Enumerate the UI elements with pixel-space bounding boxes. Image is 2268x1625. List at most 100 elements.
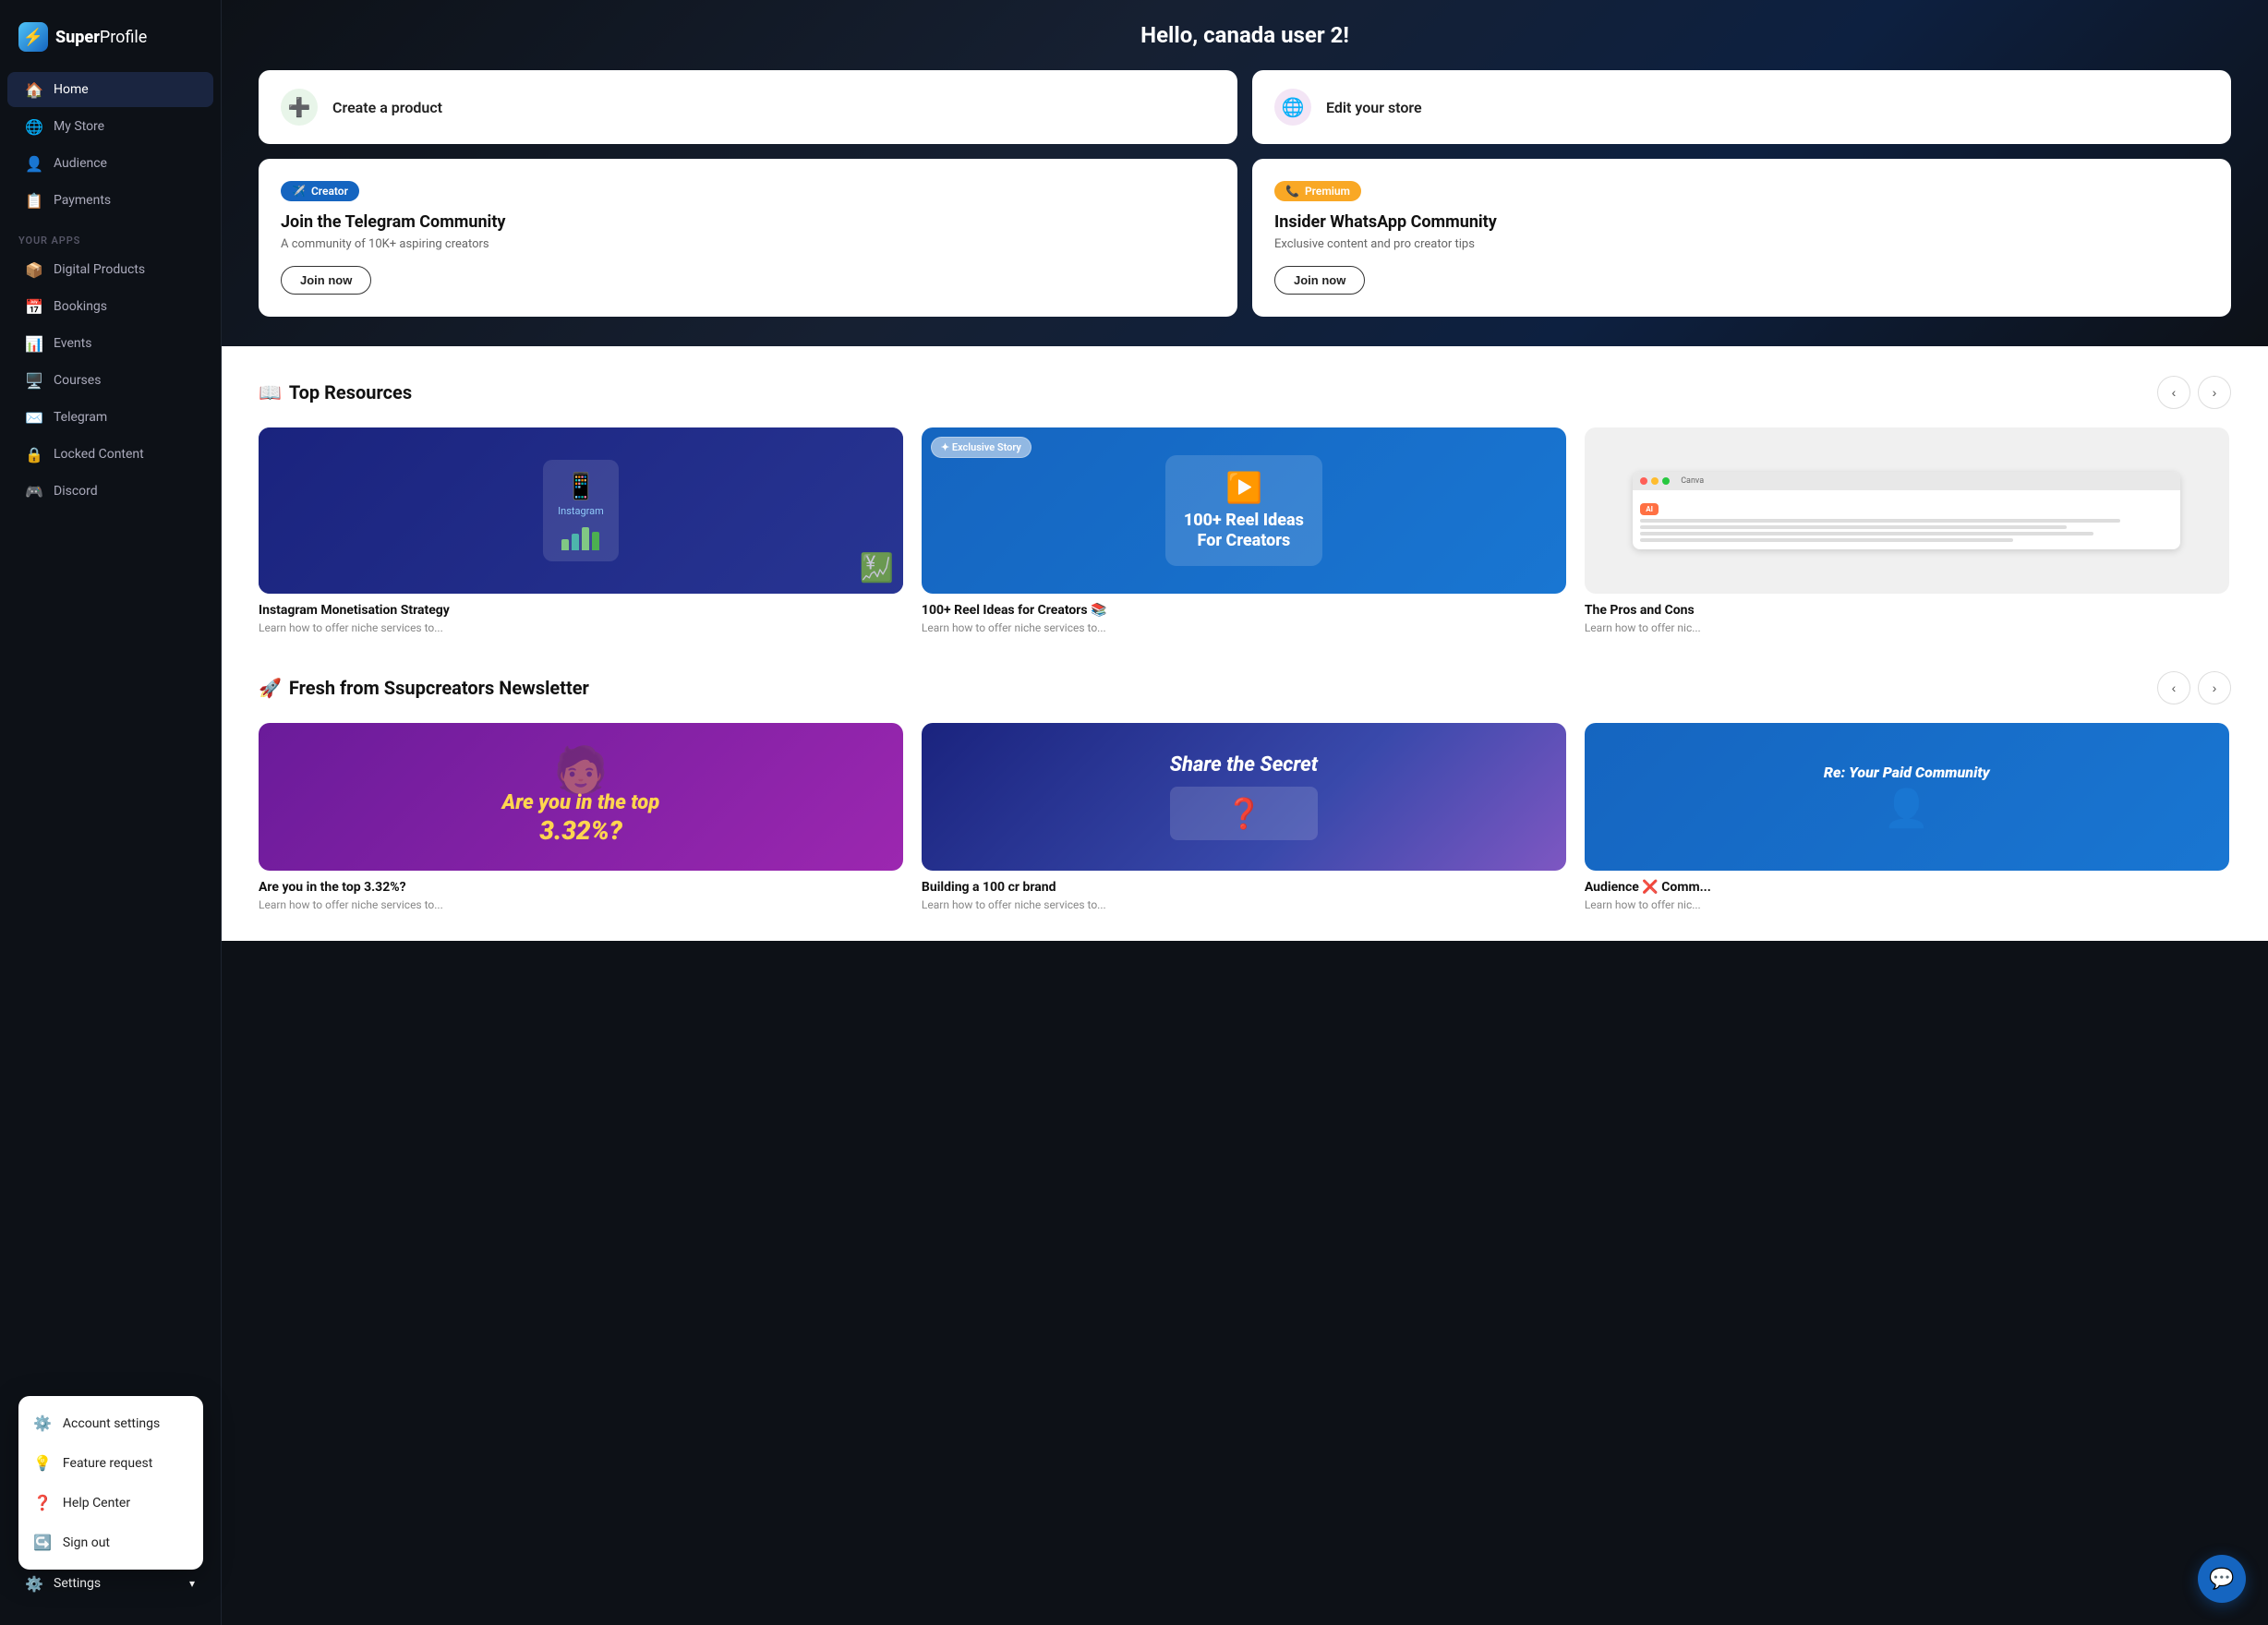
sidebar-item-events[interactable]: 📊 Events bbox=[7, 326, 213, 361]
help-center-item[interactable]: ❓ Help Center bbox=[18, 1483, 203, 1523]
sidebar-item-locked-content[interactable]: 🔒 Locked Content bbox=[7, 437, 213, 472]
sidebar-item-payments[interactable]: 📋 Payments bbox=[7, 183, 213, 218]
resource-thumb-instagram: ✦ Exclusive Story 📱 Instagram bbox=[259, 427, 903, 594]
lock-icon: 🔒 bbox=[26, 446, 42, 463]
feature-request-item[interactable]: 💡 Feature request bbox=[18, 1443, 203, 1483]
discord-icon: 🎮 bbox=[26, 483, 42, 500]
sidebar-item-label: Discord bbox=[54, 484, 98, 499]
feature-request-label: Feature request bbox=[63, 1456, 152, 1471]
account-settings-item[interactable]: ⚙️ Account settings bbox=[18, 1403, 203, 1443]
help-icon: ❓ bbox=[33, 1494, 52, 1511]
sidebar-item-telegram[interactable]: ✉️ Telegram bbox=[7, 400, 213, 435]
newsletter-desc-3: Learn how to offer nic... bbox=[1585, 898, 2229, 911]
reel-visual-box: ▶️ 100+ Reel IdeasFor Creators bbox=[1165, 455, 1322, 565]
newsletter-thumb-1: 🧑 Are you in the top 3.32%? bbox=[259, 723, 903, 871]
newsletter-next-button[interactable]: › bbox=[2198, 671, 2231, 704]
feature-request-icon: 💡 bbox=[33, 1454, 52, 1472]
sidebar-item-label: Digital Products bbox=[54, 262, 145, 277]
resources-emoji: 📖 bbox=[259, 381, 282, 403]
reel-play-icon: ▶️ bbox=[1184, 470, 1304, 505]
whatsapp-join-button[interactable]: Join now bbox=[1274, 266, 1365, 295]
chat-icon: 💬 bbox=[2209, 1568, 2234, 1591]
sidebar-item-courses[interactable]: 🖥️ Courses bbox=[7, 363, 213, 398]
newsletter-thumb-3: Re: Your Paid Community 👤 bbox=[1585, 723, 2229, 871]
telegram-community-card: ✈️ Creator Join the Telegram Community A… bbox=[259, 159, 1237, 317]
sidebar-nav: 🏠 Home 🌐 My Store 👤 Audience 📋 Payments … bbox=[0, 70, 221, 1557]
newsletter-thumb-2: Share the Secret ❓ bbox=[922, 723, 1566, 871]
sidebar-item-audience[interactable]: 👤 Audience bbox=[7, 146, 213, 181]
create-product-card[interactable]: ➕ Create a product bbox=[259, 70, 1237, 144]
sidebar-item-label: Home bbox=[54, 82, 89, 97]
newsletter-emoji: 🚀 bbox=[259, 677, 282, 699]
create-product-label: Create a product bbox=[332, 99, 442, 116]
sign-out-icon: ↪️ bbox=[33, 1534, 52, 1551]
edit-store-label: Edit your store bbox=[1326, 99, 1422, 116]
sidebar-item-bookings[interactable]: 📅 Bookings bbox=[7, 289, 213, 324]
sign-out-item[interactable]: ↪️ Sign out bbox=[18, 1523, 203, 1562]
page-greeting: Hello, canada user 2! bbox=[259, 22, 2231, 48]
resource-desc-2: Learn how to offer niche services to... bbox=[922, 621, 1566, 634]
newsletter-header: 🚀 Fresh from Ssupcreators Newsletter ‹ › bbox=[259, 671, 2231, 704]
resource-card-instagram[interactable]: ✦ Exclusive Story 📱 Instagram bbox=[259, 427, 903, 634]
sidebar-item-label: Settings bbox=[54, 1576, 101, 1591]
settings-gear-icon: ⚙️ bbox=[26, 1575, 42, 1592]
your-apps-label: YOUR APPS bbox=[0, 220, 221, 250]
logo-text: SuperProfile bbox=[55, 28, 147, 47]
logo-icon: ⚡ bbox=[18, 22, 48, 52]
newsletter-nav-arrows: ‹ › bbox=[2157, 671, 2231, 704]
reel-title-text: 100+ Reel IdeasFor Creators bbox=[1184, 511, 1304, 550]
newsletter-title-1: Are you in the top 3.32%? bbox=[259, 880, 903, 895]
newsletter-grid: 🧑 Are you in the top 3.32%? Are you in t… bbox=[259, 723, 2231, 911]
resource-card-reel-ideas[interactable]: ✦ Exclusive Story ▶️ 100+ Reel IdeasFor … bbox=[922, 427, 1566, 634]
edit-store-card[interactable]: 🌐 Edit your store bbox=[1252, 70, 2231, 144]
bookings-icon: 📅 bbox=[26, 298, 42, 315]
newsletter-desc-1: Learn how to offer niche services to... bbox=[259, 898, 903, 911]
payments-icon: 📋 bbox=[26, 192, 42, 209]
sidebar-item-settings[interactable]: ⚙️ Settings ▾ bbox=[7, 1566, 213, 1601]
newsletter-title: 🚀 Fresh from Ssupcreators Newsletter bbox=[259, 677, 589, 699]
help-center-label: Help Center bbox=[63, 1496, 130, 1511]
settings-chevron-icon: ▾ bbox=[189, 1577, 195, 1590]
sidebar-item-home[interactable]: 🏠 Home bbox=[7, 72, 213, 107]
resource-title-2: 100+ Reel Ideas for Creators 📚 bbox=[922, 603, 1566, 618]
sidebar-item-label: Events bbox=[54, 336, 91, 351]
telegram-icon: ✉️ bbox=[26, 409, 42, 426]
popup-menu: ⚙️ Account settings 💡 Feature request ❓ … bbox=[18, 1396, 203, 1570]
account-settings-label: Account settings bbox=[63, 1416, 160, 1431]
newsletter-desc-2: Learn how to offer niche services to... bbox=[922, 898, 1566, 911]
digital-products-icon: 📦 bbox=[26, 261, 42, 278]
logo[interactable]: ⚡ SuperProfile bbox=[0, 15, 221, 70]
main-white-content: 📖 Top Resources ‹ › ✦ Exclusive Story bbox=[222, 346, 2268, 941]
whatsapp-card-desc: Exclusive content and pro creator tips bbox=[1274, 237, 2209, 251]
newsletter-prev-button[interactable]: ‹ bbox=[2157, 671, 2190, 704]
events-icon: 📊 bbox=[26, 335, 42, 352]
settings-icon: ⚙️ bbox=[33, 1414, 52, 1432]
top-resources-header: 📖 Top Resources ‹ › bbox=[259, 376, 2231, 409]
whatsapp-card-title: Insider WhatsApp Community bbox=[1274, 212, 2209, 232]
resource-title-3: The Pros and Cons bbox=[1585, 603, 2229, 618]
chat-button[interactable]: 💬 bbox=[2198, 1555, 2246, 1603]
telegram-card-title: Join the Telegram Community bbox=[281, 212, 1215, 232]
resource-title-1: Instagram Monetisation Strategy bbox=[259, 603, 903, 618]
sidebar-item-my-store[interactable]: 🌐 My Store bbox=[7, 109, 213, 144]
newsletter-card-paid-community[interactable]: Re: Your Paid Community 👤 Audience ❌ Com… bbox=[1585, 723, 2229, 911]
sidebar-item-digital-products[interactable]: 📦 Digital Products bbox=[7, 252, 213, 287]
sidebar-item-label: Locked Content bbox=[54, 447, 144, 462]
sidebar: ⚡ SuperProfile 🏠 Home 🌐 My Store 👤 Audie… bbox=[0, 0, 222, 1625]
resources-prev-button[interactable]: ‹ bbox=[2157, 376, 2190, 409]
resource-desc-3: Learn how to offer nic... bbox=[1585, 621, 2229, 634]
exclusive-badge-2: ✦ Exclusive Story bbox=[931, 437, 1031, 458]
newsletter-title-3: Audience ❌ Comm... bbox=[1585, 880, 2229, 895]
newsletter-card-share-secret[interactable]: Share the Secret ❓ Building a 100 cr bra… bbox=[922, 723, 1566, 911]
create-product-icon: ➕ bbox=[281, 89, 318, 126]
sidebar-item-label: My Store bbox=[54, 119, 104, 134]
telegram-join-button[interactable]: Join now bbox=[281, 266, 371, 295]
sidebar-item-label: Audience bbox=[54, 156, 107, 171]
sign-out-label: Sign out bbox=[63, 1535, 110, 1550]
sidebar-item-label: Payments bbox=[54, 193, 111, 208]
resource-card-pros-cons[interactable]: Canva AI The Pros and bbox=[1585, 427, 2229, 634]
resources-next-button[interactable]: › bbox=[2198, 376, 2231, 409]
newsletter-card-top-percent[interactable]: 🧑 Are you in the top 3.32%? Are you in t… bbox=[259, 723, 903, 911]
home-icon: 🏠 bbox=[26, 81, 42, 98]
sidebar-item-discord[interactable]: 🎮 Discord bbox=[7, 474, 213, 509]
